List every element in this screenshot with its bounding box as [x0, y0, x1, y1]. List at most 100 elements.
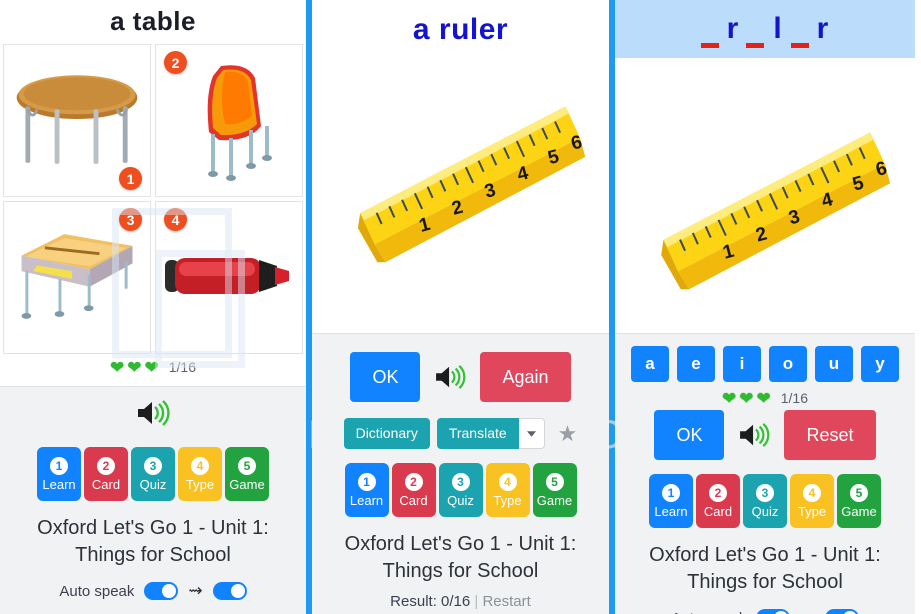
vowel-key-o[interactable]: o [769, 346, 807, 382]
vowel-key-e[interactable]: e [677, 346, 715, 382]
mode-label: Game [841, 503, 877, 519]
mode-label: Type [797, 503, 827, 519]
mode-label: Learn [42, 476, 76, 492]
mode-label: Game [229, 476, 265, 492]
footer-toggles-learn: Auto speak ⇝ [0, 569, 306, 601]
wave-toggle[interactable] [824, 609, 859, 614]
bottom-bar-type: a e i o u y ❤ ❤ ❤ 1/16 OK Reset 1 Learn … [615, 333, 915, 614]
mode-tab-card[interactable]: 2 Card [391, 463, 436, 517]
table-illustration [16, 74, 138, 164]
puzzle-letter-3: r [816, 12, 829, 45]
reset-button[interactable]: Reset [784, 410, 876, 460]
type-action-row: OK Reset [615, 408, 915, 460]
mode-tab-game[interactable]: 5 Game [225, 447, 269, 501]
progress-counter-learn: 1/16 [168, 359, 196, 375]
vowel-key-i[interactable]: i [723, 346, 761, 382]
ruler-illustration: 1 2 3 4 5 6 [357, 106, 586, 263]
type-image-area[interactable]: 1 2 3 4 5 6 [615, 58, 915, 320]
chevron-down-icon[interactable] [518, 418, 545, 449]
mode-label: Card [399, 492, 428, 508]
mode-number: 2 [709, 483, 727, 502]
progress-hearts-learn: ❤ ❤ ❤ 1/16 [0, 354, 306, 380]
ok-button[interactable]: OK [654, 410, 725, 460]
vowel-keypad: a e i o u y [615, 334, 915, 382]
mode-tab-quiz[interactable]: 3 Quiz [743, 474, 787, 528]
picture-card-4[interactable]: 4 [155, 201, 303, 354]
puzzle-letter-2: l [773, 12, 782, 45]
auto-speak-toggle[interactable] [144, 582, 179, 600]
mode-number: 3 [756, 483, 774, 502]
headword-card: a ruler [412, 13, 509, 46]
mode-tab-learn[interactable]: 1 Learn [37, 447, 81, 501]
puzzle-sequence: r l r [699, 12, 831, 48]
deck-title-card: Oxford Let's Go 1 - Unit 1: Things for S… [344, 533, 577, 582]
mode-tab-learn[interactable]: 1 Learn [344, 463, 389, 517]
mode-tab-quiz[interactable]: 3 Quiz [438, 463, 483, 517]
mode-number: 1 [50, 456, 68, 475]
translate-button[interactable]: Translate [436, 418, 519, 449]
panel-learn: a table 1 2 3 4 ❤ ❤ ❤ 1/16 1 Learn 2 Car… [0, 0, 306, 614]
chair-illustration [207, 64, 272, 181]
mode-label: Type [185, 476, 215, 492]
card-image-area[interactable]: 1 2 3 4 5 6 [312, 60, 609, 320]
mode-label: Learn [654, 503, 688, 519]
vowel-key-y[interactable]: y [861, 346, 899, 382]
speak-word-button[interactable] [0, 387, 306, 433]
progress-hearts-type: ❤ ❤ ❤ 1/16 [615, 382, 915, 408]
card-badge-1: 1 [119, 167, 142, 190]
result-line: Result: 0/16 | Restart [312, 585, 609, 610]
puzzle-letter-1: r [726, 12, 739, 45]
ok-button[interactable]: OK [350, 352, 421, 402]
mode-tab-card[interactable]: 2 Card [696, 474, 740, 528]
mode-label: Type [493, 492, 522, 508]
vowel-key-u[interactable]: u [815, 346, 853, 382]
mode-tab-type[interactable]: 4 Type [178, 447, 222, 501]
mode-number: 3 [451, 472, 470, 491]
headword-puzzle: r l r [615, 0, 915, 58]
picture-card-1[interactable]: 1 [3, 44, 151, 197]
mode-number: 5 [545, 472, 564, 491]
auto-speak-label: Auto speak [59, 582, 135, 600]
mode-tabs-learn: 1 Learn 2 Card 3 Quiz 4 Type 5 Game [0, 433, 306, 501]
footer-toggles-type: Auto speak ⇝ [615, 596, 915, 614]
mode-tab-game[interactable]: 5 Game [532, 463, 577, 517]
mode-tabs-type: 1 Learn 2 Card 3 Quiz 4 Type 5 Game [615, 460, 915, 528]
bottom-bar-learn: 1 Learn 2 Card 3 Quiz 4 Type 5 Game Oxfo… [0, 386, 306, 614]
star-icon[interactable]: ★ [558, 421, 578, 447]
mode-number: 4 [498, 472, 517, 491]
panel-card: a ruler 1 2 3 4 5 6 OK Again Dictionary … [312, 0, 609, 614]
mode-label: Card [703, 503, 733, 519]
picture-card-3[interactable]: 3 [3, 201, 151, 354]
mode-tab-quiz[interactable]: 3 Quiz [131, 447, 175, 501]
progress-counter-type: 1/16 [780, 390, 808, 406]
headword-learn: a table [110, 5, 196, 36]
heart-icon: ❤ [127, 357, 142, 377]
restart-link[interactable]: Restart [482, 593, 530, 610]
mode-label: Game [536, 492, 573, 508]
picture-grid: 1 2 3 4 [0, 42, 306, 354]
mode-tab-learn[interactable]: 1 Learn [649, 474, 693, 528]
dictionary-button[interactable]: Dictionary [343, 418, 430, 449]
mode-tab-game[interactable]: 5 Game [837, 474, 881, 528]
card-badge-3: 3 [119, 208, 142, 231]
auto-speak-toggle[interactable] [756, 609, 791, 614]
picture-card-2[interactable]: 2 [155, 44, 303, 197]
marker-illustration [165, 257, 289, 294]
mode-tab-type[interactable]: 4 Type [790, 474, 834, 528]
speaker-icon[interactable] [434, 364, 466, 390]
speaker-icon[interactable] [738, 422, 770, 448]
again-button[interactable]: Again [480, 352, 571, 402]
mode-number: 3 [144, 456, 162, 475]
mode-number: 1 [357, 472, 376, 491]
mode-tab-card[interactable]: 2 Card [84, 447, 128, 501]
heart-icon: ❤ [756, 388, 771, 408]
wave-toggle[interactable] [212, 582, 247, 600]
mode-tab-type[interactable]: 4 Type [485, 463, 530, 517]
auto-speak-label: Auto speak [671, 610, 746, 614]
vowel-key-a[interactable]: a [631, 346, 669, 382]
mode-number: 5 [850, 483, 868, 502]
translate-split-button: Translate [436, 418, 545, 449]
heart-icon: ❤ [110, 357, 125, 377]
heart-icon: ❤ [144, 357, 159, 377]
mode-number: 4 [803, 483, 821, 502]
